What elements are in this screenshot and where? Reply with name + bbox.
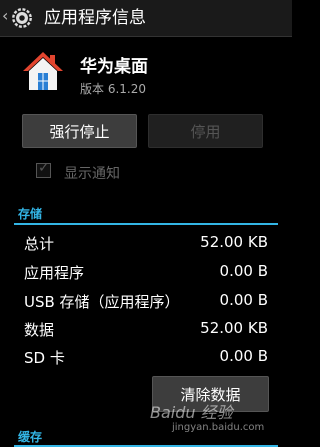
- sd-card-label: SD 卡: [24, 349, 65, 367]
- storage-divider: [14, 223, 278, 225]
- application-label: 应用程序: [24, 264, 85, 282]
- chevron-left-icon[interactable]: ‹: [2, 8, 8, 24]
- app-version: 版本 6.1.20: [80, 82, 146, 96]
- total-value: 52.00 KB: [200, 233, 268, 251]
- disable-button[interactable]: 停用: [148, 114, 263, 148]
- page-title: 应用程序信息: [44, 8, 146, 28]
- watermark-url: jingyan.baidu.com: [172, 422, 265, 433]
- title-bar: ‹ 应用程序信息: [0, 0, 292, 37]
- storage-section-header: 存储: [18, 207, 43, 221]
- data-value: 52.00 KB: [200, 319, 268, 337]
- house-icon: [23, 52, 63, 90]
- usb-storage-value: 0.00 B: [219, 291, 268, 309]
- show-notification-checkbox[interactable]: [36, 160, 51, 178]
- sd-card-value: 0.00 B: [219, 347, 268, 365]
- usb-storage-label: USB 存储（应用程序）: [24, 293, 180, 311]
- show-notification-label: 显示通知: [64, 166, 120, 182]
- application-value: 0.00 B: [219, 262, 268, 280]
- baidu-watermark: Baidu 经验: [150, 403, 233, 422]
- app-name: 华为桌面: [80, 57, 148, 77]
- data-label: 数据: [24, 321, 55, 339]
- total-label: 总计: [24, 235, 55, 253]
- settings-gear-icon[interactable]: [11, 7, 33, 29]
- force-stop-button[interactable]: 强行停止: [22, 114, 137, 148]
- cache-section-header: 缓存: [18, 430, 43, 444]
